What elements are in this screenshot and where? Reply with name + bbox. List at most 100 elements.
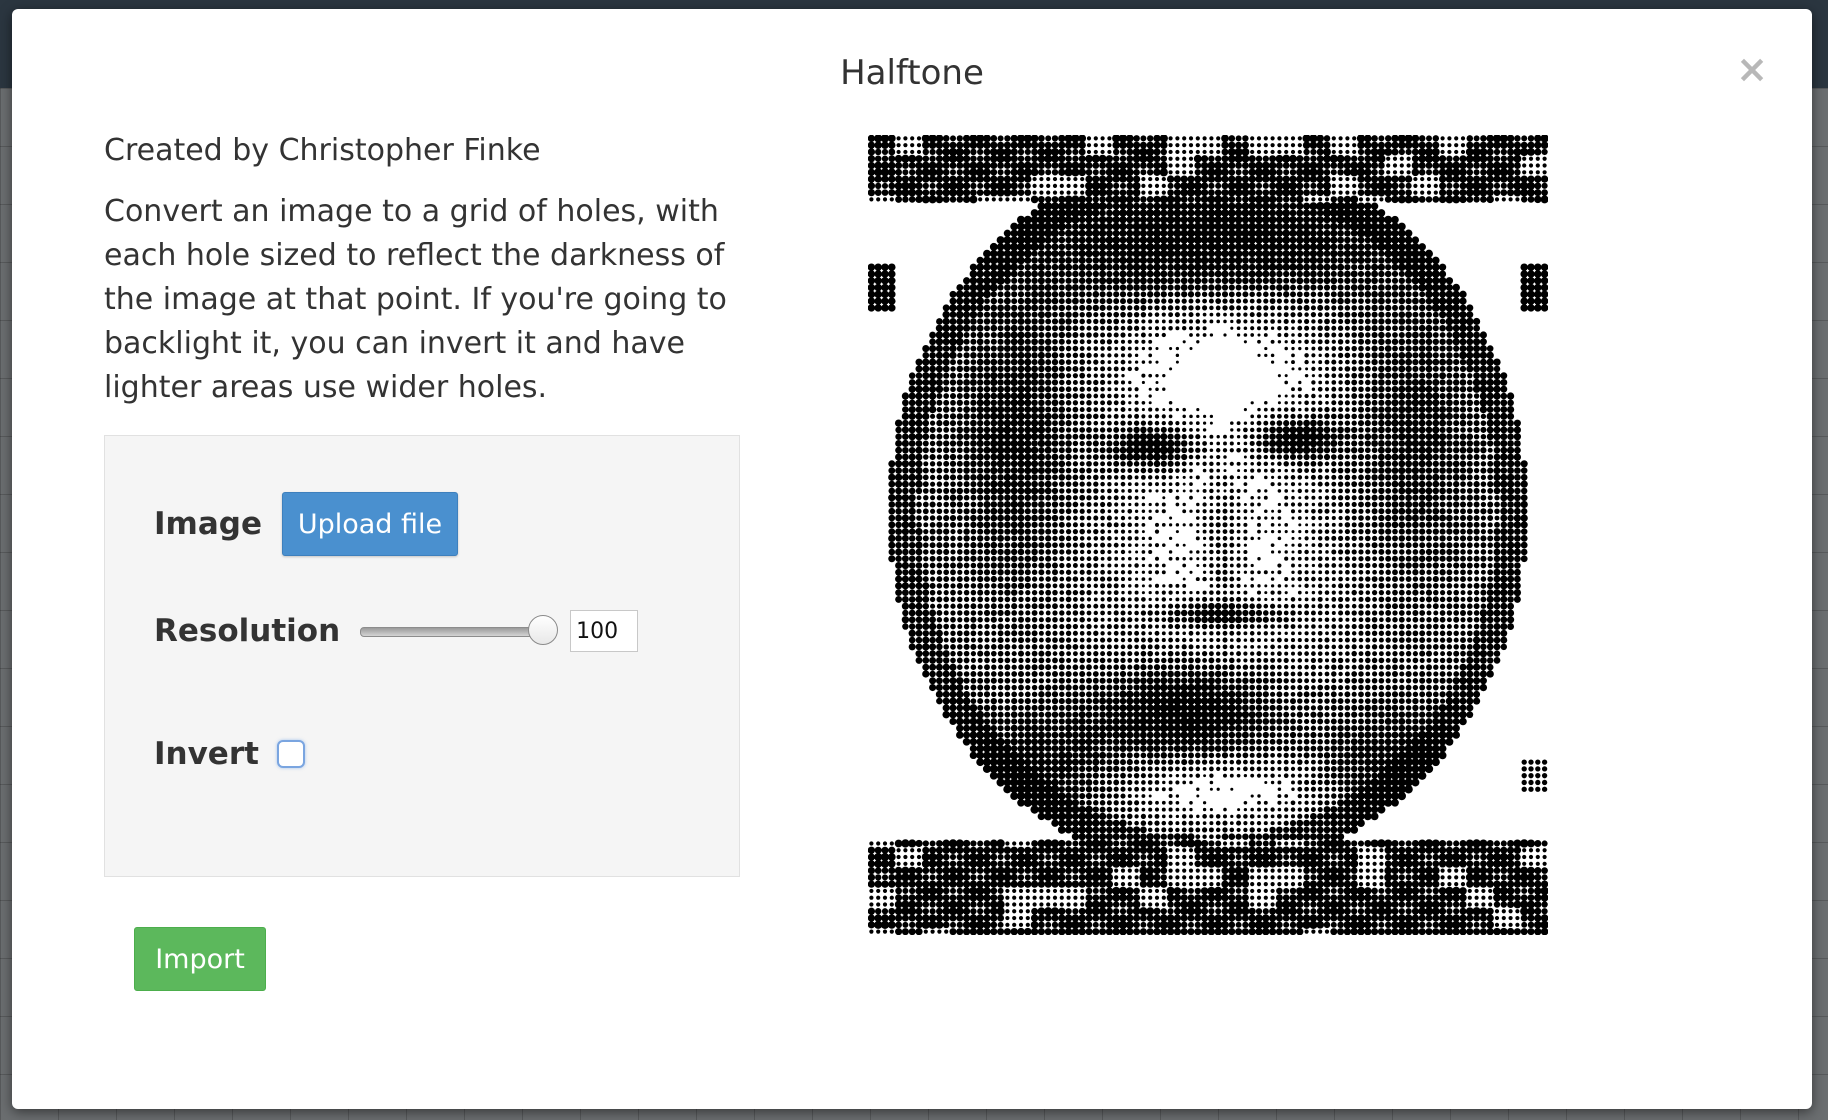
halftone-dot: [901, 534, 909, 542]
halftone-dot: [1425, 453, 1433, 461]
halftone-dot: [970, 359, 977, 366]
halftone-dot: [1276, 284, 1283, 291]
halftone-dot: [1297, 394, 1302, 398]
halftone-dot: [1270, 360, 1275, 364]
halftone-dot: [1031, 277, 1038, 284]
halftone-dot: [1284, 143, 1289, 148]
halftone-dot: [930, 495, 936, 501]
halftone-dot: [956, 331, 964, 339]
halftone-dot: [1086, 536, 1092, 541]
halftone-dot: [1466, 324, 1474, 332]
halftone-dot: [1174, 440, 1181, 447]
halftone-dot: [1221, 229, 1229, 238]
halftone-dot: [1493, 433, 1501, 441]
halftone-dot: [1291, 530, 1295, 534]
halftone-dot: [1540, 263, 1548, 271]
halftone-dot: [1250, 333, 1255, 337]
halftone-dot: [1065, 528, 1072, 535]
halftone-dot: [990, 494, 997, 501]
halftone-dot: [1248, 256, 1256, 264]
halftone-dot: [1513, 141, 1521, 149]
halftone-dot: [1311, 393, 1316, 399]
close-icon[interactable]: ×: [1732, 49, 1772, 89]
halftone-dot: [1343, 222, 1352, 231]
halftone-dot: [1282, 154, 1291, 163]
halftone-dot: [1216, 489, 1220, 493]
halftone-dot: [929, 453, 936, 461]
halftone-dot: [1325, 543, 1329, 548]
halftone-dot: [1398, 175, 1406, 183]
halftone-dot: [895, 426, 902, 434]
halftone-dot: [874, 304, 882, 312]
halftone-dot: [970, 399, 977, 406]
halftone-dot: [1160, 263, 1168, 271]
halftone-dot: [1310, 460, 1317, 467]
halftone-dot: [976, 277, 984, 285]
halftone-dot: [1440, 143, 1445, 148]
halftone-dot: [1162, 408, 1166, 412]
halftone-dot: [1010, 161, 1018, 170]
halftone-dot: [1175, 143, 1180, 148]
halftone-dot: [1317, 319, 1323, 324]
halftone-dot: [1377, 154, 1386, 163]
resolution-slider[interactable]: [360, 613, 560, 649]
halftone-dot: [1275, 250, 1283, 258]
halftone-dot: [1065, 298, 1072, 305]
halftone-dot: [1331, 366, 1337, 372]
halftone-dot: [1044, 141, 1052, 149]
halftone-dot: [1419, 521, 1426, 528]
halftone-dot: [1364, 393, 1371, 399]
halftone-dot: [1331, 522, 1336, 527]
halftone-dot: [1302, 243, 1311, 251]
halftone-dot: [1085, 284, 1093, 291]
halftone-dot: [1397, 243, 1406, 251]
halftone-dot: [1222, 502, 1228, 507]
halftone-dot: [1338, 149, 1343, 155]
halftone-dot: [1193, 202, 1202, 211]
halftone-dot: [963, 494, 970, 501]
halftone-dot: [1223, 312, 1227, 317]
halftone-dot: [1037, 467, 1045, 475]
halftone-dot: [1297, 502, 1302, 507]
halftone-dot: [1418, 507, 1426, 515]
halftone-dot: [996, 243, 1005, 251]
halftone-dot: [1243, 421, 1248, 425]
halftone-dot: [1141, 509, 1146, 513]
halftone-dot: [1432, 426, 1440, 434]
halftone-dot: [1221, 141, 1229, 149]
halftone-dot: [1017, 467, 1025, 475]
halftone-dot: [1234, 175, 1243, 183]
slider-thumb[interactable]: [528, 615, 559, 645]
halftone-dot: [1100, 346, 1105, 351]
halftone-dot: [1527, 297, 1535, 305]
halftone-dot: [1010, 141, 1018, 149]
import-button[interactable]: Import: [134, 927, 266, 991]
upload-file-button[interactable]: Upload file: [281, 492, 458, 556]
halftone-dot: [1364, 454, 1371, 461]
halftone-dot: [1161, 305, 1167, 311]
invert-checkbox[interactable]: [276, 740, 305, 768]
halftone-dot: [1228, 195, 1236, 203]
halftone-dot: [1154, 420, 1160, 426]
halftone-dot: [928, 175, 937, 183]
halftone-dot: [1086, 495, 1092, 501]
halftone-dot: [1391, 501, 1399, 508]
halftone-dot: [1214, 168, 1223, 177]
halftone-dot: [1168, 407, 1173, 412]
halftone-dot: [902, 453, 909, 461]
halftone-dot: [1113, 522, 1119, 528]
halftone-dot: [1052, 393, 1058, 399]
halftone-dot: [1459, 379, 1467, 386]
halftone-dot: [1161, 298, 1167, 304]
halftone-dot: [1316, 168, 1325, 177]
resolution-input[interactable]: [570, 610, 639, 652]
halftone-dot: [1010, 311, 1018, 319]
halftone-dot: [1283, 414, 1289, 419]
halftone-dot: [1275, 196, 1283, 203]
halftone-dot: [1412, 291, 1419, 298]
halftone-dot: [1277, 529, 1282, 534]
slider-track[interactable]: [360, 627, 555, 637]
halftone-dot: [1391, 236, 1399, 244]
halftone-dot: [997, 331, 1004, 339]
halftone-dot: [1344, 325, 1350, 331]
